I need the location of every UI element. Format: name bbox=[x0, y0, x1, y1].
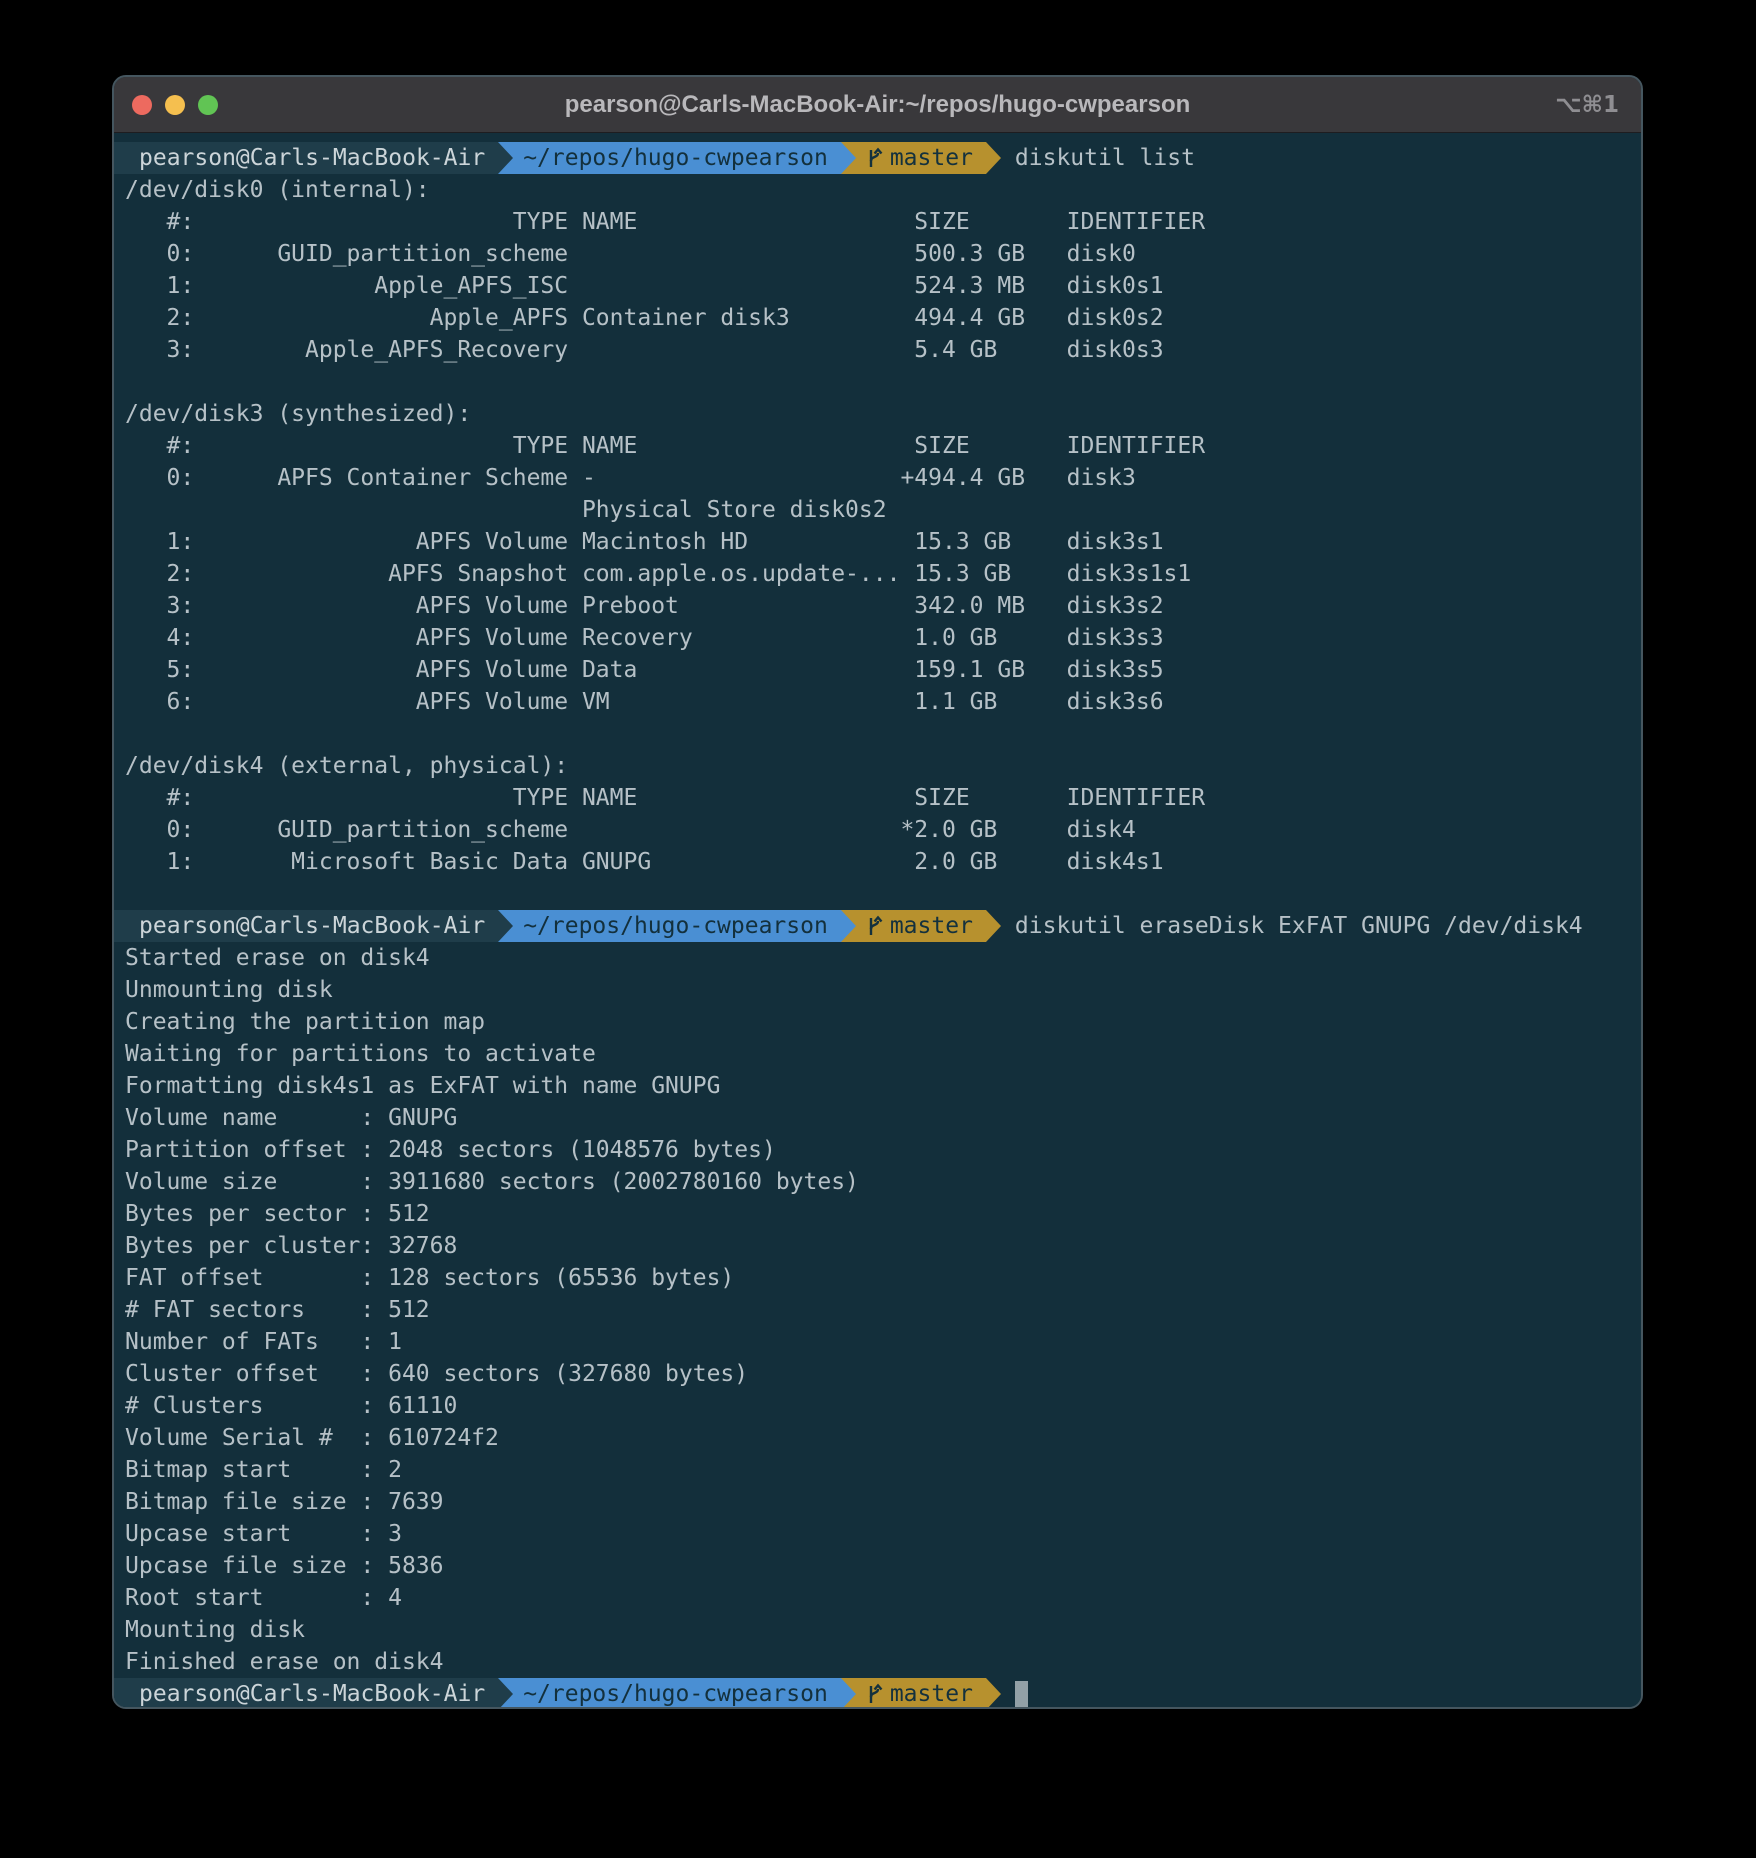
terminal-output-line: # FAT sectors : 512 bbox=[114, 1294, 1641, 1326]
terminal-output-line: Volume name : GNUPG bbox=[114, 1102, 1641, 1134]
close-button[interactable] bbox=[132, 95, 152, 115]
terminal-output-line: 3: Apple_APFS_Recovery 5.4 GB disk0s3 bbox=[114, 334, 1641, 366]
prompt-git-segment: master bbox=[841, 910, 986, 942]
prompt-user-host: pearson@Carls-MacBook-Air bbox=[114, 910, 498, 942]
powerline-arrow-icon bbox=[986, 142, 1001, 174]
prompt-git-segment: master bbox=[841, 1678, 986, 1709]
terminal-output-line bbox=[114, 366, 1641, 398]
git-branch-label: master bbox=[890, 142, 973, 174]
terminal-content[interactable]: pearson@Carls-MacBook-Air ~/repos/hugo-c… bbox=[114, 133, 1641, 1709]
erase-log-output: Started erase on disk4Unmounting diskCre… bbox=[114, 942, 1641, 1678]
terminal-output-line: Upcase file size : 5836 bbox=[114, 1550, 1641, 1582]
terminal-output-line: Mounting disk bbox=[114, 1614, 1641, 1646]
terminal-output-line bbox=[114, 878, 1641, 910]
terminal-output-line: Cluster offset : 640 sectors (327680 byt… bbox=[114, 1358, 1641, 1390]
terminal-output-line: Bitmap file size : 7639 bbox=[114, 1486, 1641, 1518]
git-branch-icon bbox=[866, 915, 883, 937]
terminal-output-line: 0: GUID_partition_scheme *2.0 GB disk4 bbox=[114, 814, 1641, 846]
git-branch-icon bbox=[866, 147, 883, 169]
disk-list-output: /dev/disk0 (internal): #: TYPE NAME SIZE… bbox=[114, 174, 1641, 910]
terminal-output-line: #: TYPE NAME SIZE IDENTIFIER bbox=[114, 206, 1641, 238]
git-branch-icon bbox=[866, 1683, 883, 1705]
terminal-output-line: Number of FATs : 1 bbox=[114, 1326, 1641, 1358]
title-bar[interactable]: pearson@Carls-MacBook-Air:~/repos/hugo-c… bbox=[114, 77, 1641, 133]
window-shortcut-badge: ⌥⌘1 bbox=[1555, 92, 1619, 118]
terminal-output-line bbox=[114, 718, 1641, 750]
terminal-output-line: Creating the partition map bbox=[114, 1006, 1641, 1038]
prompt-git-segment: master bbox=[841, 142, 986, 174]
git-branch-label: master bbox=[890, 910, 973, 942]
terminal-output-line: Bytes per sector : 512 bbox=[114, 1198, 1641, 1230]
powerline-arrow-icon bbox=[986, 1678, 1001, 1709]
terminal-output-line: /dev/disk4 (external, physical): bbox=[114, 750, 1641, 782]
terminal-output-line: Unmounting disk bbox=[114, 974, 1641, 1006]
prompt-line: pearson@Carls-MacBook-Air ~/repos/hugo-c… bbox=[114, 142, 1641, 174]
terminal-output-line: 4: APFS Volume Recovery 1.0 GB disk3s3 bbox=[114, 622, 1641, 654]
command-text: diskutil list bbox=[1015, 142, 1195, 174]
git-branch-label: master bbox=[890, 1678, 973, 1709]
terminal-output-line: 1: Microsoft Basic Data GNUPG 2.0 GB dis… bbox=[114, 846, 1641, 878]
terminal-output-line: 2: Apple_APFS Container disk3 494.4 GB d… bbox=[114, 302, 1641, 334]
terminal-output-line: Root start : 4 bbox=[114, 1582, 1641, 1614]
command-text: diskutil eraseDisk ExFAT GNUPG /dev/disk… bbox=[1015, 910, 1583, 942]
terminal-window: pearson@Carls-MacBook-Air:~/repos/hugo-c… bbox=[112, 75, 1643, 1709]
desktop-background: pearson@Carls-MacBook-Air:~/repos/hugo-c… bbox=[0, 0, 1756, 1858]
prompt-directory: ~/repos/hugo-cwpearson bbox=[498, 910, 841, 942]
terminal-output-line: Bytes per cluster: 32768 bbox=[114, 1230, 1641, 1262]
terminal-output-line: 0: GUID_partition_scheme 500.3 GB disk0 bbox=[114, 238, 1641, 270]
terminal-output-line: Physical Store disk0s2 bbox=[114, 494, 1641, 526]
prompt-line: pearson@Carls-MacBook-Air ~/repos/hugo-c… bbox=[114, 1678, 1641, 1709]
terminal-output-line: Bitmap start : 2 bbox=[114, 1454, 1641, 1486]
terminal-cursor bbox=[1015, 1681, 1028, 1708]
terminal-output-line: Finished erase on disk4 bbox=[114, 1646, 1641, 1678]
terminal-output-line: Waiting for partitions to activate bbox=[114, 1038, 1641, 1070]
terminal-output-line: 1: APFS Volume Macintosh HD 15.3 GB disk… bbox=[114, 526, 1641, 558]
prompt-directory: ~/repos/hugo-cwpearson bbox=[498, 142, 841, 174]
minimize-button[interactable] bbox=[165, 95, 185, 115]
terminal-output-line: # Clusters : 61110 bbox=[114, 1390, 1641, 1422]
terminal-output-line: Volume size : 3911680 sectors (200278016… bbox=[114, 1166, 1641, 1198]
prompt-user-host: pearson@Carls-MacBook-Air bbox=[114, 1678, 498, 1709]
prompt-user-host: pearson@Carls-MacBook-Air bbox=[114, 142, 498, 174]
terminal-output-line: Partition offset : 2048 sectors (1048576… bbox=[114, 1134, 1641, 1166]
terminal-output-line: 3: APFS Volume Preboot 342.0 MB disk3s2 bbox=[114, 590, 1641, 622]
terminal-output-line: #: TYPE NAME SIZE IDENTIFIER bbox=[114, 782, 1641, 814]
terminal-output-line: Started erase on disk4 bbox=[114, 942, 1641, 974]
prompt-line: pearson@Carls-MacBook-Air ~/repos/hugo-c… bbox=[114, 910, 1641, 942]
window-title: pearson@Carls-MacBook-Air:~/repos/hugo-c… bbox=[114, 91, 1641, 119]
prompt-directory: ~/repos/hugo-cwpearson bbox=[498, 1678, 841, 1709]
zoom-button[interactable] bbox=[198, 95, 218, 115]
terminal-output-line: 0: APFS Container Scheme - +494.4 GB dis… bbox=[114, 462, 1641, 494]
terminal-output-line: 6: APFS Volume VM 1.1 GB disk3s6 bbox=[114, 686, 1641, 718]
terminal-output-line: /dev/disk3 (synthesized): bbox=[114, 398, 1641, 430]
terminal-output-line: /dev/disk0 (internal): bbox=[114, 174, 1641, 206]
powerline-arrow-icon bbox=[986, 910, 1001, 942]
terminal-output-line: Upcase start : 3 bbox=[114, 1518, 1641, 1550]
terminal-output-line: 2: APFS Snapshot com.apple.os.update-...… bbox=[114, 558, 1641, 590]
terminal-output-line: Volume Serial # : 610724f2 bbox=[114, 1422, 1641, 1454]
terminal-output-line: 5: APFS Volume Data 159.1 GB disk3s5 bbox=[114, 654, 1641, 686]
terminal-output-line: #: TYPE NAME SIZE IDENTIFIER bbox=[114, 430, 1641, 462]
terminal-output-line: FAT offset : 128 sectors (65536 bytes) bbox=[114, 1262, 1641, 1294]
traffic-lights bbox=[132, 95, 218, 115]
terminal-output-line: Formatting disk4s1 as ExFAT with name GN… bbox=[114, 1070, 1641, 1102]
terminal-output-line: 1: Apple_APFS_ISC 524.3 MB disk0s1 bbox=[114, 270, 1641, 302]
